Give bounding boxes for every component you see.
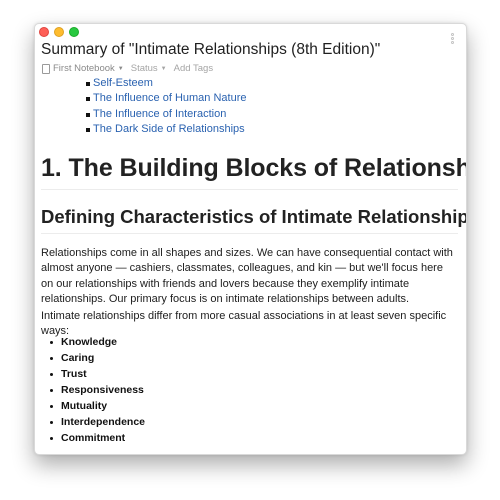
table-of-contents: Self-Esteem The Influence of Human Natur… [41, 76, 458, 138]
notebook-label: First Notebook [53, 63, 115, 74]
list-item: Mutuality [49, 398, 145, 414]
toc-link-dark-side[interactable]: The Dark Side of Relationships [93, 123, 245, 135]
note-content[interactable]: Self-Esteem The Influence of Human Natur… [41, 76, 466, 444]
heading-1: 1. The Building Blocks of Relationships [41, 154, 466, 190]
add-tags-placeholder: Add Tags [173, 63, 214, 74]
list-item: Trust [49, 366, 145, 382]
toc-item: The Dark Side of Relationships [86, 122, 458, 137]
notebook-icon [42, 63, 50, 74]
status-selector[interactable]: Status ▼ [131, 63, 167, 74]
window-controls [39, 27, 79, 37]
note-toolbar: First Notebook ▼ Status ▼ Add Tags [42, 63, 213, 74]
zoom-button[interactable] [69, 27, 79, 37]
toc-link-interaction[interactable]: The Influence of Interaction [93, 108, 226, 120]
toc-item: The Influence of Interaction [86, 107, 458, 122]
notebook-selector[interactable]: First Notebook ▼ [42, 63, 124, 74]
toc-item: Self-Esteem [86, 76, 458, 91]
list-item: Knowledge [49, 334, 145, 350]
chevron-down-icon: ▼ [160, 65, 167, 72]
traits-list: Knowledge Caring Trust Responsiveness Mu… [41, 334, 145, 446]
minimize-button[interactable] [54, 27, 64, 37]
list-item: Caring [49, 350, 145, 366]
toc-link-self-esteem[interactable]: Self-Esteem [93, 77, 153, 89]
toc-item: The Influence of Human Nature [86, 91, 458, 106]
list-item: Interdependence [49, 416, 146, 428]
more-options-icon[interactable] [450, 33, 454, 44]
paragraph: Relationships come in all shapes and siz… [41, 247, 453, 305]
heading-2: Defining Characteristics of Intimate Rel… [41, 206, 466, 234]
toc-link-human-nature[interactable]: The Influence of Human Nature [93, 92, 246, 104]
add-tags-input[interactable]: Add Tags [174, 63, 213, 74]
note-window: Summary of "Intimate Relationships (8th … [34, 23, 467, 455]
list-item: Responsiveness [49, 384, 144, 396]
note-title[interactable]: Summary of "Intimate Relationships (8th … [41, 41, 380, 59]
close-button[interactable] [39, 27, 49, 37]
status-label: Status [130, 63, 158, 74]
chevron-down-icon: ▼ [117, 65, 124, 72]
list-item: Commitment [49, 430, 145, 446]
